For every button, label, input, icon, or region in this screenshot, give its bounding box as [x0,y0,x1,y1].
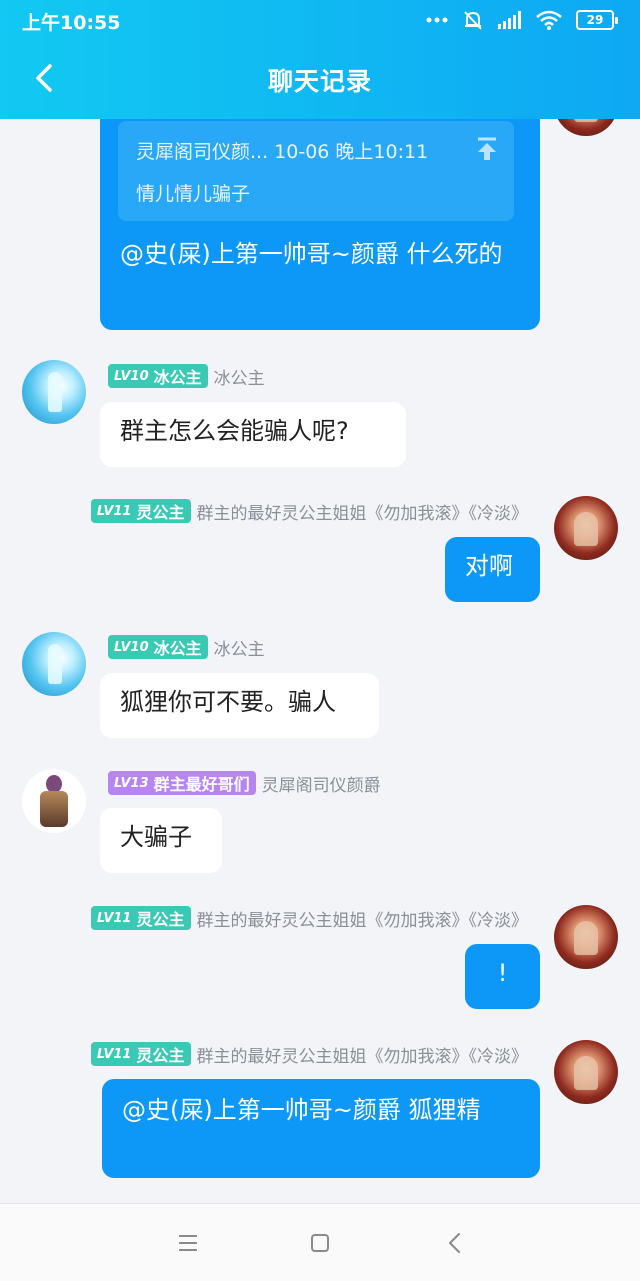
status-icons: 29 [426,6,618,34]
level-badge: LV10 冰公主 [108,364,208,388]
sender-name: 冰公主 [213,368,265,389]
avatar[interactable] [554,119,618,136]
system-nav-bar [0,1203,640,1281]
message-bubble[interactable]: 群主怎么会能骗人呢? [100,402,406,467]
avatar[interactable] [554,905,618,969]
avatar[interactable] [554,1040,618,1104]
status-time: 上午10:55 [22,12,121,34]
avatar[interactable] [22,769,86,833]
sender-line: LV11 灵公主 群主的最好灵公主姐姐《勿加我滚》《冷淡》 [90,1041,529,1067]
avatar[interactable] [22,360,86,424]
reply-quote-text: 情儿情儿骗子 [136,183,251,205]
chat-history[interactable]: 灵犀阁司仪颜... 10-06 晚上10:11 情儿情儿骗子 @史(屎)上第一帅… [0,119,640,1203]
message-bubble[interactable]: 狐狸你可不要。骗人 [100,673,379,738]
message-bubble[interactable]: @史(屎)上第一帅哥~颜爵 狐狸精 [102,1079,540,1178]
page-title: 聊天记录 [267,67,372,96]
sender-name: 冰公主 [213,639,265,660]
level-badge: LV11 灵公主 [90,906,191,930]
status-bar: 上午10:55 29 [0,0,640,40]
level-badge: LV10 冰公主 [108,635,208,659]
sender-line: LV10 冰公主 冰公主 [108,634,265,660]
jump-to-top-icon[interactable] [476,137,498,161]
level-badge: LV13 群主最好哥们 [108,771,256,795]
battery-icon: 29 [576,10,618,30]
avatar[interactable] [22,632,86,696]
message-bubble[interactable]: 对啊 [445,537,540,602]
sender-line: LV11 灵公主 群主的最好灵公主姐姐《勿加我滚》《冷淡》 [90,498,529,524]
message-bubble[interactable]: ! [465,944,540,1009]
sender-line: LV11 灵公主 群主的最好灵公主姐姐《勿加我滚》《冷淡》 [90,905,529,931]
battery-level: 29 [576,10,614,30]
sender-name: 灵犀阁司仪颜爵 [261,775,381,796]
menu-icon [179,1235,197,1251]
signal-icon [498,11,521,29]
home-key-button[interactable] [305,1228,335,1258]
back-key-button[interactable] [440,1228,470,1258]
wifi-icon [536,10,562,30]
bell-muted-icon [464,11,482,30]
level-badge: LV11 灵公主 [90,1042,191,1066]
level-badge: LV11 灵公主 [90,499,191,523]
menu-key-button[interactable] [173,1228,203,1258]
message-bubble[interactable]: 大骗子 [100,808,222,873]
sender-name: 群主的最好灵公主姐姐《勿加我滚》《冷淡》 [196,910,529,931]
nav-row: 聊天记录 [0,40,640,119]
chevron-left-icon [449,1233,460,1253]
top-bar: 上午10:55 29 聊天记录 [0,0,640,119]
avatar[interactable] [554,496,618,560]
sender-line: LV13 群主最好哥们 灵犀阁司仪颜爵 [108,770,381,796]
reply-quote-header: 灵犀阁司仪颜... 10-06 晚上10:11 [136,141,429,163]
message-bubble[interactable]: 灵犀阁司仪颜... 10-06 晚上10:11 情儿情儿骗子 @史(屎)上第一帅… [100,119,540,330]
sender-name: 群主的最好灵公主姐姐《勿加我滚》《冷淡》 [196,1046,529,1067]
more-dots-icon [426,17,448,23]
message-text: @史(屎)上第一帅哥~颜爵 什么死的 [120,240,503,268]
square-icon [311,1234,329,1252]
sender-name: 群主的最好灵公主姐姐《勿加我滚》《冷淡》 [196,503,529,524]
reply-quote[interactable]: 灵犀阁司仪颜... 10-06 晚上10:11 情儿情儿骗子 [118,121,514,221]
sender-line: LV10 冰公主 冰公主 [108,363,265,389]
